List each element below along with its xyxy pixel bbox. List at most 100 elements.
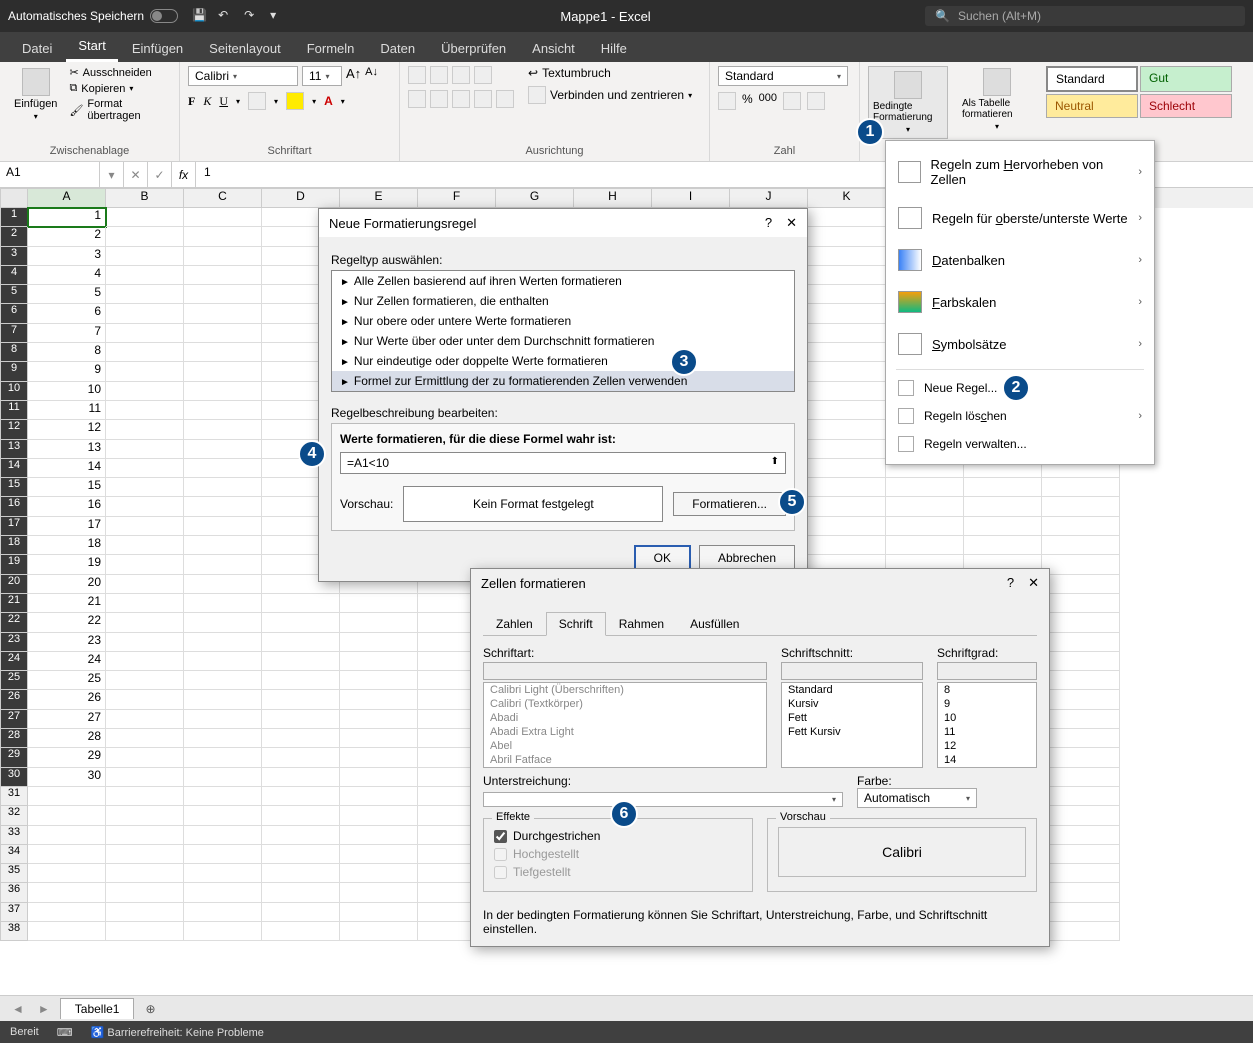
row-header[interactable]: 4 [0, 266, 28, 285]
row-header[interactable]: 27 [0, 710, 28, 729]
cell[interactable] [262, 845, 340, 864]
cell[interactable] [340, 806, 418, 825]
cell[interactable]: 11 [28, 401, 106, 420]
orientation-icon[interactable] [474, 66, 492, 84]
cell[interactable] [1042, 768, 1120, 787]
cell[interactable] [184, 324, 262, 343]
cell[interactable] [340, 671, 418, 690]
cell[interactable] [808, 382, 886, 401]
color-combo[interactable]: Automatisch▾ [857, 788, 977, 808]
row-header[interactable]: 3 [0, 247, 28, 266]
search-box[interactable]: 🔍 Suchen (Alt+M) [925, 6, 1245, 26]
rule-type-item[interactable]: ►Alle Zellen basierend auf ihren Werten … [332, 271, 794, 291]
cell[interactable] [262, 806, 340, 825]
cell[interactable] [106, 613, 184, 632]
cell[interactable] [184, 845, 262, 864]
cut-button[interactable]: ✂Ausschneiden [69, 66, 171, 79]
tab-ansicht[interactable]: Ansicht [520, 35, 587, 62]
thousands-icon[interactable]: 000 [759, 92, 777, 110]
cancel-formula-icon[interactable]: ✕ [124, 162, 148, 187]
cell[interactable]: 8 [28, 343, 106, 362]
add-sheet-button[interactable]: ⊕ [140, 999, 160, 1019]
sheet-tab[interactable]: Tabelle1 [60, 998, 135, 1019]
help-icon[interactable]: ? [765, 215, 772, 231]
cell[interactable] [184, 266, 262, 285]
cell[interactable] [28, 787, 106, 806]
cell[interactable] [262, 864, 340, 883]
cell[interactable] [184, 382, 262, 401]
tab-einfuegen[interactable]: Einfügen [120, 35, 195, 62]
tab-seitenlayout[interactable]: Seitenlayout [197, 35, 293, 62]
cell[interactable]: 6 [28, 304, 106, 323]
formula-input-box[interactable]: ⬆ [340, 452, 786, 474]
sheet-nav-next-icon[interactable]: ► [34, 1002, 54, 1016]
cell[interactable]: 16 [28, 497, 106, 516]
cell[interactable] [1042, 845, 1120, 864]
cell[interactable] [106, 806, 184, 825]
cell[interactable] [106, 903, 184, 922]
cell[interactable] [340, 748, 418, 767]
align-right-icon[interactable] [452, 90, 470, 108]
undo-icon[interactable]: ↶ [218, 8, 234, 24]
col-header[interactable]: D [262, 188, 340, 208]
cell[interactable]: 5 [28, 285, 106, 304]
cell[interactable] [106, 382, 184, 401]
cell[interactable] [808, 536, 886, 555]
increase-decimal-icon[interactable] [783, 92, 801, 110]
cell[interactable] [808, 497, 886, 516]
cell[interactable] [340, 729, 418, 748]
cell[interactable] [808, 247, 886, 266]
cell[interactable] [262, 633, 340, 652]
name-box[interactable]: A1 [0, 162, 100, 187]
decrease-decimal-icon[interactable] [807, 92, 825, 110]
tab-ausfuellen[interactable]: Ausfüllen [677, 612, 752, 636]
row-header[interactable]: 12 [0, 420, 28, 439]
row-header[interactable]: 17 [0, 517, 28, 536]
col-header[interactable]: K [808, 188, 886, 208]
cell[interactable] [262, 652, 340, 671]
cell[interactable] [184, 922, 262, 941]
font-color-icon[interactable]: A [324, 94, 333, 108]
cell[interactable] [1042, 826, 1120, 845]
cell[interactable] [1042, 671, 1120, 690]
cell-style-gut[interactable]: Gut [1140, 66, 1232, 92]
cell[interactable] [184, 768, 262, 787]
cell[interactable] [808, 401, 886, 420]
cell[interactable] [28, 845, 106, 864]
col-header[interactable]: B [106, 188, 184, 208]
row-header[interactable]: 33 [0, 826, 28, 845]
italic-button[interactable]: K [203, 94, 211, 109]
tab-daten[interactable]: Daten [368, 35, 427, 62]
merge-center-button[interactable]: Verbinden und zentrieren▾ [528, 86, 692, 104]
row-header[interactable]: 31 [0, 787, 28, 806]
cell[interactable] [964, 517, 1042, 536]
cell[interactable] [184, 227, 262, 246]
cell[interactable] [184, 729, 262, 748]
redo-icon[interactable]: ↷ [244, 8, 260, 24]
cell[interactable] [1042, 883, 1120, 902]
cell[interactable] [1042, 903, 1120, 922]
cell[interactable] [262, 690, 340, 709]
range-selector-icon[interactable]: ⬆ [771, 456, 779, 470]
row-header[interactable]: 30 [0, 768, 28, 787]
row-header[interactable]: 23 [0, 633, 28, 652]
cell[interactable] [28, 864, 106, 883]
cell[interactable] [106, 575, 184, 594]
col-header[interactable]: F [418, 188, 496, 208]
cell[interactable]: 4 [28, 266, 106, 285]
cell[interactable] [106, 883, 184, 902]
row-header[interactable]: 26 [0, 690, 28, 709]
cell[interactable] [1042, 478, 1120, 497]
border-icon[interactable] [248, 92, 266, 110]
cell[interactable]: 29 [28, 748, 106, 767]
cell[interactable] [340, 845, 418, 864]
cell[interactable] [184, 633, 262, 652]
tab-formeln[interactable]: Formeln [295, 35, 367, 62]
cell[interactable] [106, 826, 184, 845]
dialog-titlebar[interactable]: Neue Formatierungsregel ? ✕ [319, 209, 807, 237]
cell[interactable] [262, 826, 340, 845]
cf-databars[interactable]: Datenbalken › [886, 239, 1154, 281]
style-listbox[interactable]: StandardKursiv FettFett Kursiv [781, 682, 923, 768]
cell[interactable]: 13 [28, 440, 106, 459]
col-header[interactable]: C [184, 188, 262, 208]
